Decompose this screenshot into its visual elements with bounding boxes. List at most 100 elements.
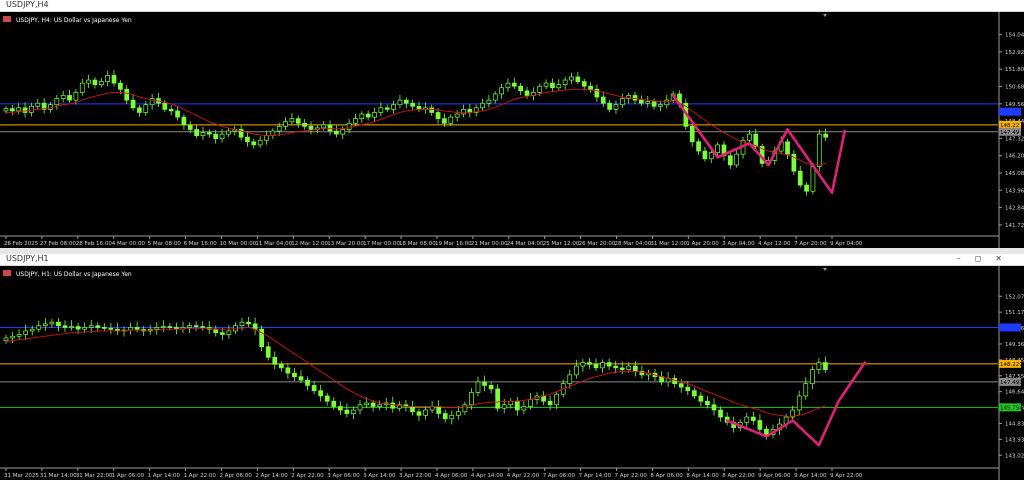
x-tick-label: 31 Mar 2025: [4, 473, 39, 479]
candle-body: [318, 390, 324, 397]
candle-body: [423, 409, 428, 416]
candle-body: [501, 404, 507, 409]
candle-body: [364, 402, 369, 406]
candle-body: [226, 330, 232, 335]
x-tick-label: 12 Mar 12:00: [291, 241, 328, 247]
candle-body: [181, 116, 187, 126]
candle-body: [311, 385, 317, 392]
candle-body: [193, 325, 199, 328]
x-tick-label: 1 Apr 20:00: [686, 241, 719, 247]
candle-body: [377, 404, 383, 407]
candle-body: [49, 321, 55, 325]
window-controls[interactable]: –◻✕: [957, 253, 1016, 265]
candle-body: [35, 102, 41, 107]
candle-body: [550, 82, 555, 89]
candle-body: [469, 392, 474, 406]
x-tick-label: 4 Apr 06:00: [435, 473, 468, 479]
candle-body: [42, 323, 48, 327]
candle-body: [154, 327, 160, 330]
y-tick-label: 152.92: [1005, 50, 1024, 56]
candle-body: [562, 79, 568, 86]
y-tick-label: 151.170: [1005, 310, 1024, 316]
candle-body: [200, 132, 206, 136]
x-tick-label: 25 Mar 12:00: [543, 241, 580, 247]
symbol-flag-icon: [3, 16, 11, 22]
candle-body: [449, 414, 455, 420]
candle-body: [276, 126, 282, 132]
candle-body: [92, 79, 98, 86]
x-tick-label: 9 Apr 06:00: [758, 473, 791, 479]
candle-body: [251, 141, 257, 146]
candle-body: [593, 363, 599, 369]
candle-body: [168, 109, 174, 112]
candlestick-chart-h4[interactable]: USDJPY, H4: US Dollar vs Japanese Yen 154…: [0, 12, 1024, 248]
candle-body: [435, 112, 441, 119]
candle-body: [187, 325, 192, 328]
candle-body: [3, 108, 9, 112]
candle-body: [327, 124, 333, 132]
candle-body: [95, 325, 101, 328]
candle-body: [410, 102, 415, 107]
candle-body: [56, 321, 61, 327]
window-titlebar-h4[interactable]: USDJPY,H4: [0, 0, 1024, 12]
close-icon[interactable]: ✕: [995, 254, 1016, 263]
candle-body: [573, 365, 579, 376]
plot-area-h1[interactable]: USDJPY, H1: US Dollar vs Japanese Yen 152…: [0, 266, 1024, 480]
candle-body: [160, 326, 166, 328]
x-tick-label: 4 Apr 14:00: [471, 473, 504, 479]
minimize-icon[interactable]: –: [957, 254, 975, 263]
candle-body: [3, 337, 9, 341]
chart-header: USDJPY, H4: US Dollar vs Japanese Yen: [16, 17, 132, 24]
x-tick-label: 19 Mar 16:00: [435, 241, 472, 247]
candle-body: [797, 170, 803, 186]
candle-body: [321, 124, 327, 129]
maximize-icon[interactable]: ◻: [975, 254, 996, 263]
candle-body: [816, 133, 822, 167]
candle-body: [351, 409, 356, 414]
y-tick-label: 144.835: [1005, 421, 1024, 427]
x-tick-label: 18 Mar 08:00: [399, 241, 436, 247]
candle-body: [518, 85, 524, 92]
candle-body: [75, 326, 81, 330]
candle-body: [796, 395, 802, 411]
scroll-marker-icon: [823, 14, 827, 17]
candle-body: [265, 346, 271, 358]
candle-body: [340, 129, 346, 135]
candle-body: [696, 141, 701, 152]
candle-body: [62, 325, 68, 328]
candle-body: [226, 130, 231, 135]
candle-body: [639, 99, 644, 104]
candle-body: [416, 105, 422, 110]
y-tick-label: 154.04: [1005, 33, 1024, 39]
candle-body: [257, 139, 263, 146]
candle-body: [632, 365, 638, 372]
candle-body: [521, 406, 527, 411]
candle-body: [658, 104, 663, 107]
candle-body: [219, 332, 225, 335]
candle-body: [384, 107, 390, 110]
candlestick-chart-h1[interactable]: USDJPY, H1: US Dollar vs Japanese Yen 152…: [0, 266, 1024, 480]
candle-body: [619, 367, 625, 370]
candle-body: [567, 374, 573, 385]
x-tick-label: 5 Mar 08:00: [148, 241, 182, 247]
x-tick-label: 4 Mar 00:00: [112, 241, 146, 247]
window-title: USDJPY,H1: [6, 254, 49, 263]
candle-body: [809, 369, 815, 385]
candle-body: [365, 113, 371, 118]
candle-body: [711, 404, 717, 411]
plot-area-h4[interactable]: USDJPY, H4: US Dollar vs Japanese Yen 154…: [0, 12, 1024, 248]
candle-body: [454, 113, 460, 118]
y-tick-label: 152.075: [1005, 294, 1024, 300]
y-tick-label: 143.96: [1005, 188, 1024, 194]
candle-body: [678, 383, 684, 388]
candle-body: [514, 400, 520, 411]
x-tick-label: 6 Mar 16:00: [184, 241, 218, 247]
y-tick-label: 141.72: [1005, 223, 1024, 229]
candle-body: [708, 152, 714, 160]
candle-body: [292, 372, 297, 377]
candle-body: [187, 124, 193, 130]
x-tick-label: 8 Apr 14:00: [686, 473, 719, 479]
candle-body: [607, 102, 612, 110]
window-titlebar-h1[interactable]: USDJPY,H1 –◻✕: [0, 254, 1024, 266]
price-label-text: 145.754: [1000, 405, 1023, 411]
